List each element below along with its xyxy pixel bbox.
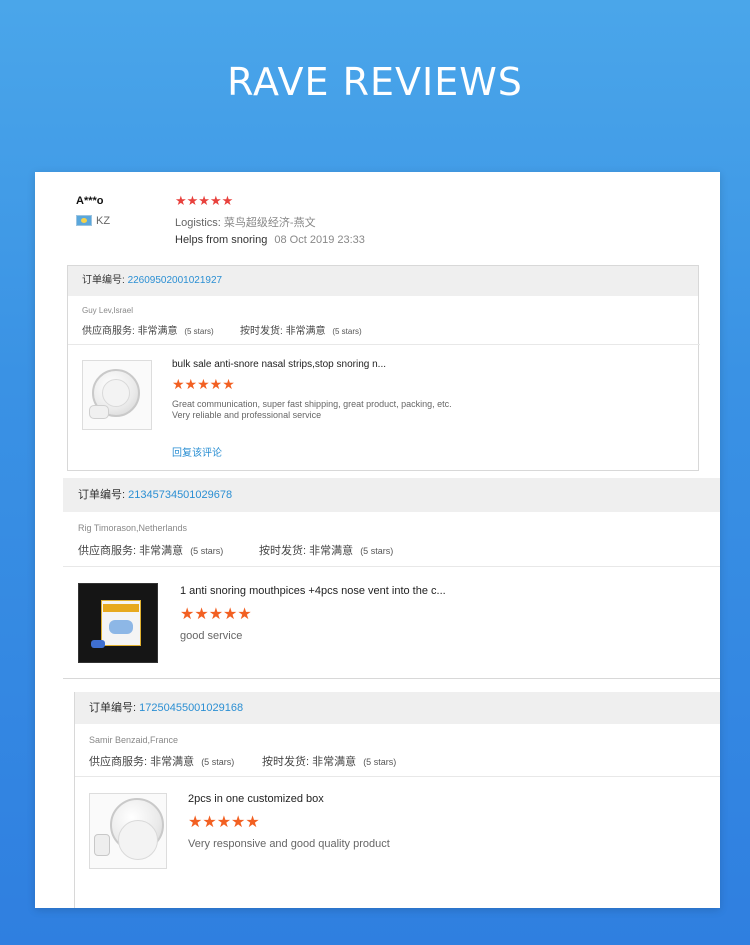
order-header: 订单编号: 17250455001029168 [75, 692, 720, 724]
reviewer-country: KZ [96, 215, 111, 227]
supplier-stars: (5 stars) [201, 757, 235, 767]
product-thumbnail[interactable] [82, 360, 152, 430]
buyer-name: Samir Benzaid,France [89, 735, 179, 745]
supplier-rating: 供应商服务: 非常满意 (5 stars) [78, 542, 223, 558]
logistics-label: Logistics: [175, 217, 221, 229]
buyer-name: Guy Lev,Israel [82, 306, 133, 315]
feedback-date: 08 Oct 2019 23:33 [274, 234, 365, 246]
kz-flag-icon [76, 215, 92, 226]
supplier-rating: 供应商服务: 非常满意 (5 stars) [89, 753, 234, 769]
divider [63, 566, 720, 567]
product-thumbnail[interactable] [89, 793, 167, 869]
case-inner-image [102, 379, 130, 407]
reply-review-link[interactable]: 回复该评论 [172, 444, 222, 459]
shipping-stars: (5 stars) [360, 546, 394, 556]
order-label: 订单编号: [89, 702, 137, 714]
shipping-stars: (5 stars) [332, 327, 362, 336]
review-comment-line: Great communication, super fast shipping… [172, 399, 452, 409]
order-card: 订单编号: 22609502001021927 Guy Lev,Israel 供… [67, 265, 700, 471]
mouthpiece-image [109, 620, 133, 634]
review-comment: Very responsive and good quality product [188, 838, 390, 850]
product-rating-stars: ★★★★★ [180, 606, 252, 623]
product-title-link[interactable]: bulk sale anti-snore nasal strips,stop s… [172, 359, 386, 370]
buyer-name: Rig Timorason,Netherlands [78, 523, 188, 533]
order-card: 订单编号: 21345734501029678 Rig Timorason,Ne… [63, 478, 720, 679]
product-title-link[interactable]: 2pcs in one customized box [188, 793, 324, 805]
review-comment: Great communication, super fast shipping… [172, 399, 452, 422]
order-label: 订单编号: [82, 275, 125, 286]
logistics-value: 菜鸟超级经济-燕文 [223, 217, 316, 229]
case-inner-image [118, 820, 158, 860]
supplier-stars: (5 stars) [190, 546, 224, 556]
feedback-text: Helps from snoring [175, 234, 268, 246]
shipping-label: 按时发货: [240, 326, 283, 337]
shipping-value: 非常满意 [312, 756, 357, 768]
shipping-stars: (5 stars) [363, 757, 397, 767]
reviewer-name: A***o [76, 195, 104, 207]
order-header: 订单编号: 21345734501029678 [63, 478, 720, 512]
order-number-link[interactable]: 21345734501029678 [128, 489, 232, 501]
shipping-rating: 按时发货: 非常满意 (5 stars) [240, 322, 362, 337]
logistics-info: Logistics: 菜鸟超级经济-燕文 [175, 214, 316, 230]
supplier-label: 供应商服务: [78, 545, 137, 557]
order-header: 订单编号: 22609502001021927 [68, 266, 698, 296]
shipping-label: 按时发货: [262, 756, 310, 768]
order-number-link[interactable]: 17250455001029168 [139, 702, 243, 714]
supplier-stars: (5 stars) [184, 327, 214, 336]
supplier-value: 非常满意 [139, 545, 184, 557]
supplier-rating: 供应商服务: 非常满意 (5 stars) [82, 322, 214, 337]
supplier-label: 供应商服务: [89, 756, 148, 768]
reviews-panel: A***o KZ ★★★★★ Logistics: 菜鸟超级经济-燕文 Help… [35, 172, 720, 908]
top-review: A***o KZ ★★★★★ Logistics: 菜鸟超级经济-燕文 Help… [35, 172, 720, 262]
shipping-value: 非常满意 [309, 545, 354, 557]
nose-vent-image [89, 405, 109, 419]
shipping-rating: 按时发货: 非常满意 (5 stars) [259, 542, 393, 558]
order-number-link[interactable]: 22609502001021927 [128, 275, 223, 286]
divider [63, 678, 720, 679]
page-title: RAVE REVIEWS [227, 60, 523, 104]
supplier-label: 供应商服务: [82, 326, 135, 337]
product-rating-stars: ★★★★★ [172, 376, 235, 392]
shipping-rating: 按时发货: 非常满意 (5 stars) [262, 753, 396, 769]
divider [68, 344, 700, 345]
feedback-line: Helps from snoring 08 Oct 2019 23:33 [175, 234, 365, 246]
nose-vent-image [94, 834, 110, 856]
supplier-value: 非常满意 [137, 326, 178, 337]
product-title-link[interactable]: 1 anti snoring mouthpices +4pcs nose ven… [180, 585, 446, 597]
rating-stars: ★★★★★ [175, 193, 234, 208]
product-thumbnail[interactable] [78, 583, 158, 663]
nose-vent-image [91, 640, 105, 648]
supplier-value: 非常满意 [150, 756, 195, 768]
review-comment-line: Very reliable and professional service [172, 410, 322, 421]
order-label: 订单编号: [78, 489, 126, 501]
order-card: 订单编号: 17250455001029168 Samir Benzaid,Fr… [74, 692, 720, 908]
shipping-value: 非常满意 [285, 326, 326, 337]
divider [75, 776, 720, 777]
product-rating-stars: ★★★★★ [188, 814, 260, 831]
shipping-label: 按时发货: [259, 545, 307, 557]
review-comment: good service [180, 630, 243, 642]
box-label-image [103, 604, 139, 612]
